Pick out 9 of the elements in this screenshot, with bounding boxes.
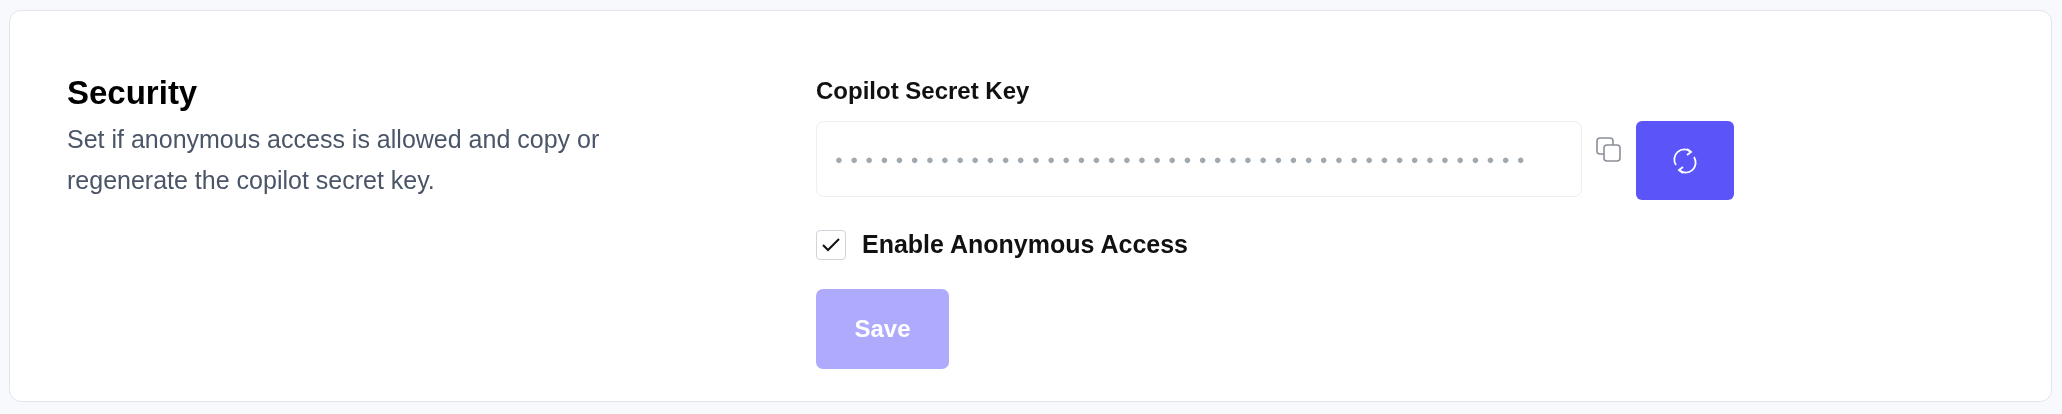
regenerate-button[interactable] xyxy=(1636,121,1734,200)
secret-key-field[interactable]: ●●●●●●●●●●●●●●●●●●●●●●●●●●●●●●●●●●●●●●●●●●●●●● xyxy=(816,121,1582,197)
checkbox[interactable] xyxy=(816,229,846,260)
section-description: Set if anonymous access is allowed and copy or regenerate the copilot secret key. xyxy=(67,123,601,196)
checkbox-label: Enable Anonymous Access xyxy=(862,229,1189,260)
copy-icon[interactable] xyxy=(1596,137,1622,163)
field-label: Copilot Secret Key xyxy=(816,76,1031,106)
section-title: Security xyxy=(67,73,199,113)
checkmark-icon xyxy=(821,236,841,253)
